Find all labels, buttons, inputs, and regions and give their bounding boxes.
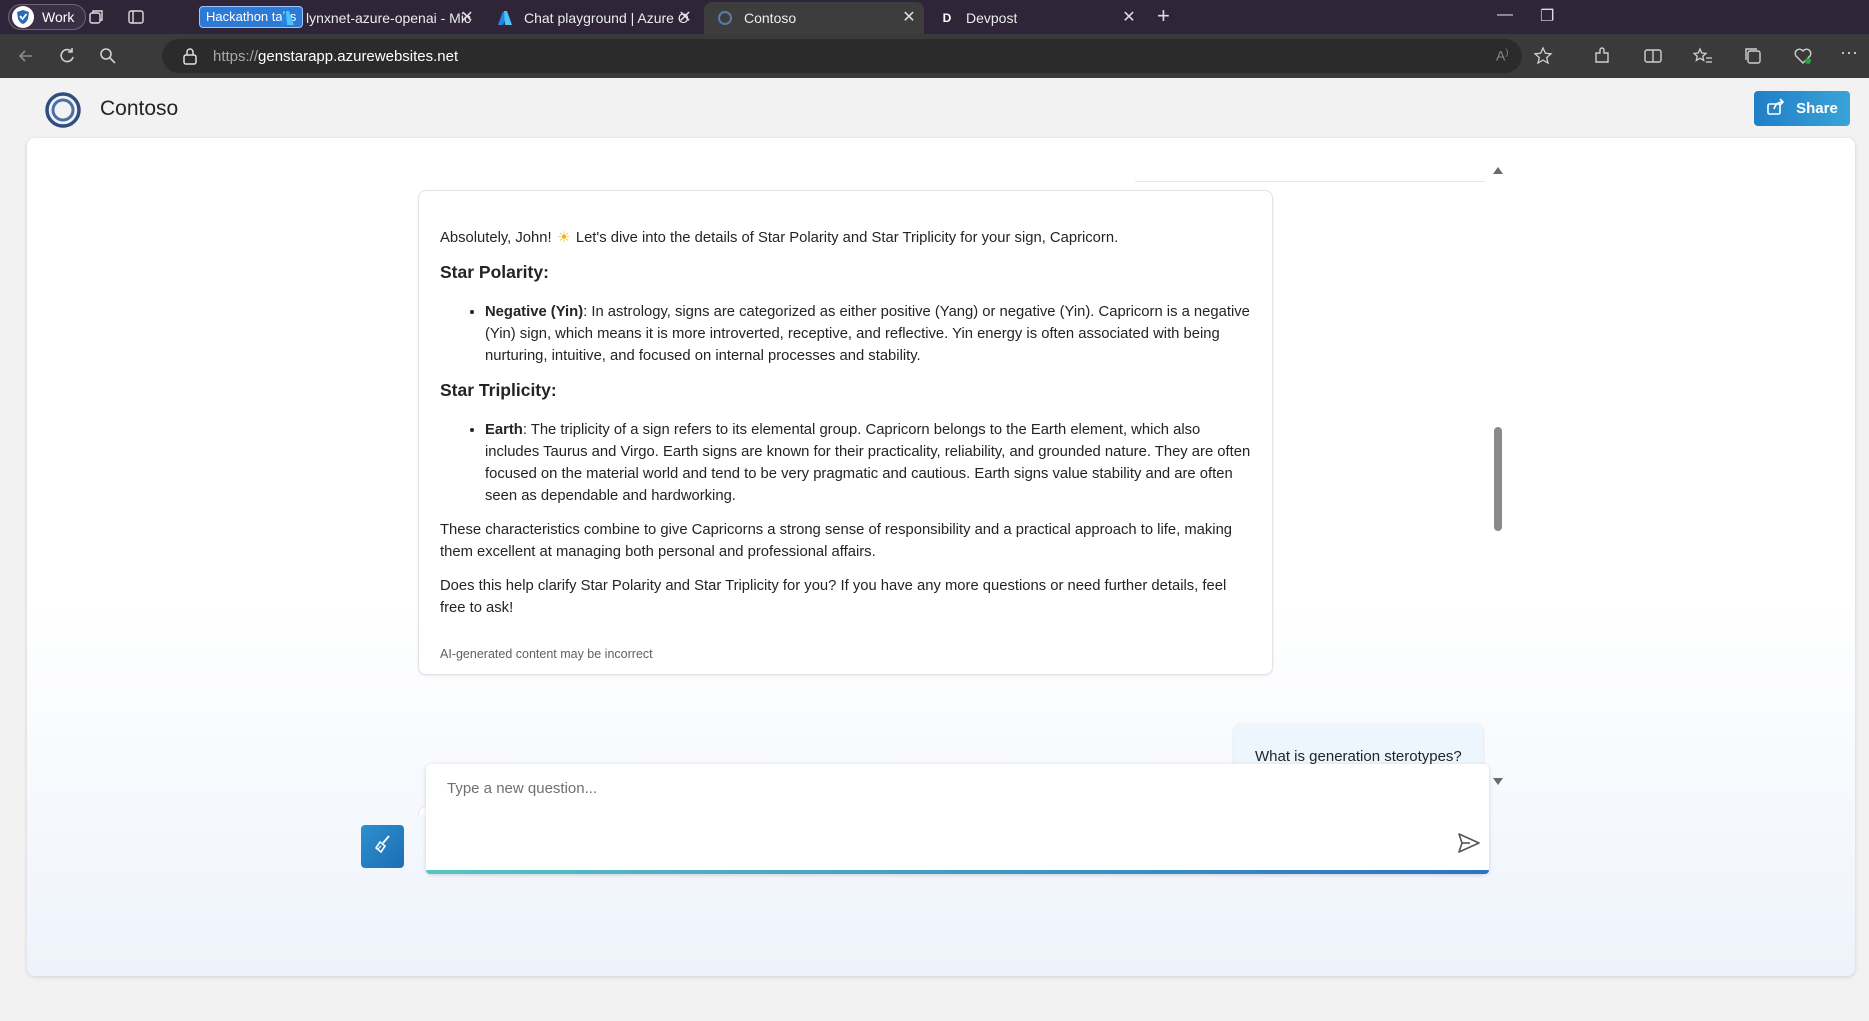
polarity-list: Negative (Yin): In astrology, signs are … [485,301,1252,367]
send-icon[interactable] [1456,830,1482,856]
devpost-icon: D [942,11,952,25]
share-icon [1766,97,1786,120]
triplicity-term: Earth [485,422,523,438]
scrollbar-thumb[interactable] [1494,427,1502,531]
intro-text: Absolutely, John! [440,230,552,246]
tab-devpost[interactable]: D Devpost ✕ [928,2,1144,34]
broom-icon [372,833,394,860]
close-tab-icon[interactable]: ✕ [900,9,918,27]
chat-scrollbar[interactable] [1491,159,1505,799]
profile-button[interactable]: Work [8,4,86,30]
scroll-down-icon[interactable] [1493,778,1503,785]
contoso-logo-icon [43,90,83,130]
new-tab-icon[interactable]: + [1157,3,1175,28]
lock-icon[interactable] [182,47,198,70]
split-screen-icon[interactable] [1643,46,1663,66]
answer-summary: These characteristics combine to give Ca… [440,522,1233,560]
sun-emoji-icon: ☀ [557,230,571,246]
browser-toolbar: https://genstarapp.azurewebsites.net A) … [0,34,1869,78]
tab-title: Chat playground | Azure OpenAI [524,10,689,26]
favorites-icon[interactable] [1692,46,1713,66]
favorite-star-icon[interactable] [1533,46,1553,66]
app-title: Contoso [100,97,179,120]
profile-avatar-icon [12,6,34,28]
tab-azure-openai[interactable]: lynxnet-azure-openai - Microsoft ✕ [270,2,482,34]
read-aloud-icon[interactable]: A) [1496,47,1508,64]
close-tab-icon[interactable]: ✕ [458,9,476,27]
polarity-heading: Star Polarity: [440,262,549,282]
minimize-icon[interactable]: — [1497,6,1513,24]
contoso-tab-icon [716,9,734,27]
refresh-icon[interactable] [57,46,77,66]
polarity-term: Negative (Yin) [485,304,584,320]
assistant-message: Absolutely, John! ☀ Let's dive into the … [418,190,1273,675]
address-bar[interactable]: https://genstarapp.azurewebsites.net A) [162,39,1522,73]
more-options-icon[interactable]: ··· [1840,42,1860,62]
vertical-tabs-icon[interactable] [127,8,145,26]
share-button[interactable]: Share [1754,91,1850,126]
intro-text: Let's dive into the details of Star Pola… [575,230,1119,246]
tab-chat-playground[interactable]: Chat playground | Azure OpenAI ✕ [488,2,700,34]
share-label: Share [1796,100,1838,117]
chat-messages[interactable]: Absolutely, John! ☀ Let's dive into the … [402,159,1537,815]
back-icon[interactable] [16,46,36,66]
triplicity-heading: Star Triplicity: [440,380,557,400]
question-input[interactable] [426,764,1489,870]
extensions-icon[interactable] [1592,46,1612,66]
collections-icon[interactable] [1743,46,1763,66]
search-icon[interactable] [98,46,118,66]
list-item: Negative (Yin): In astrology, signs are … [485,301,1252,367]
input-accent-bar [426,870,1489,874]
browser-tab-bar: Work Hackathon tabs lynxnet-azure-openai… [0,0,1869,34]
clear-chat-button[interactable] [361,825,404,868]
ai-disclaimer: AI-generated content may be incorrect [440,647,653,661]
divider [1135,181,1485,182]
close-tab-icon[interactable]: ✕ [676,9,694,27]
url-scheme: https:// [213,48,259,65]
scroll-up-icon[interactable] [1493,167,1503,174]
question-input-container [426,764,1489,874]
answer-followup: Does this help clarify Star Polarity and… [440,578,1227,616]
tab-title: lynxnet-azure-openai - Microsoft [306,10,471,26]
restore-icon[interactable]: ❐ [1540,6,1554,26]
answer-intro: Absolutely, John! ☀ Let's dive into the … [440,227,1252,249]
url-text: https://genstarapp.azurewebsites.net [213,48,458,65]
app-header: Contoso Share [5,78,1869,138]
azure-icon [496,9,514,27]
triplicity-list: Earth: The triplicity of a sign refers t… [485,419,1252,507]
profile-label: Work [42,9,75,25]
tab-title: Devpost [966,10,1018,26]
tab-contoso[interactable]: Contoso ✕ [704,2,924,34]
triplicity-text: : The triplicity of a sign refers to its… [485,422,1251,504]
tab-title: Contoso [744,10,797,26]
web-page: Contoso Share Absolutely, John! ☀ Let's … [5,78,1869,1021]
list-item: Earth: The triplicity of a sign refers t… [485,419,1252,507]
azure-icon [278,9,296,27]
workspaces-icon[interactable] [87,8,105,26]
browser-essentials-icon[interactable] [1793,46,1813,66]
close-tab-icon[interactable]: ✕ [1120,9,1138,27]
polarity-text: : In astrology, signs are categorized as… [485,304,1250,364]
url-host: genstarapp.azurewebsites.net [258,48,459,65]
